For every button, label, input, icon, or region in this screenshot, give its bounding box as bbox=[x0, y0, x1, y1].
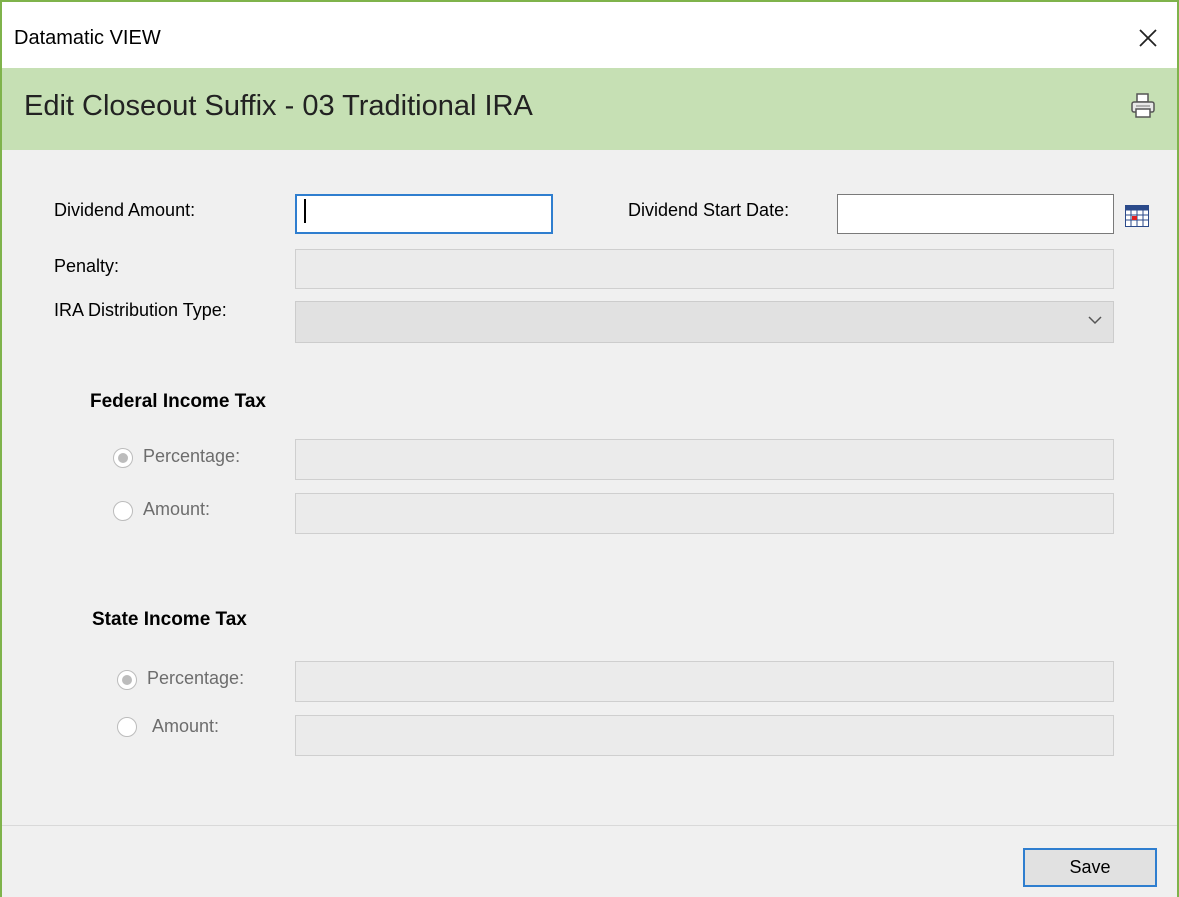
ira-distribution-type-label: IRA Distribution Type: bbox=[54, 300, 227, 320]
federal-amount-label: Amount: bbox=[143, 499, 211, 519]
penalty-input[interactable] bbox=[295, 249, 1114, 289]
dividend-amount-label: Dividend Amount: bbox=[54, 200, 196, 220]
penalty-label: Penalty: bbox=[54, 256, 120, 276]
window-title: Datamatic VIEW bbox=[14, 27, 161, 49]
federal-percentage-input[interactable] bbox=[295, 439, 1114, 480]
save-button[interactable]: Save bbox=[1023, 848, 1157, 887]
dividend-start-date-label: Dividend Start Date: bbox=[628, 200, 790, 220]
federal-amount-radio[interactable] bbox=[113, 501, 133, 521]
chevron-down-icon bbox=[1088, 316, 1102, 325]
calendar-button[interactable] bbox=[1125, 205, 1149, 227]
printer-icon bbox=[1131, 93, 1155, 118]
dividend-start-date-input[interactable] bbox=[837, 194, 1114, 234]
state-income-tax-heading: State Income Tax bbox=[92, 609, 247, 630]
state-amount-radio[interactable] bbox=[117, 717, 137, 737]
dialog-window: Datamatic VIEW Edit Closeout Suffix - 03… bbox=[0, 0, 1179, 897]
footer-divider bbox=[2, 825, 1177, 826]
state-percentage-label: Percentage: bbox=[147, 668, 245, 688]
state-amount-label: Amount: bbox=[152, 716, 220, 736]
federal-income-tax-heading: Federal Income Tax bbox=[90, 391, 266, 412]
print-button[interactable] bbox=[1123, 86, 1163, 126]
state-percentage-radio[interactable] bbox=[117, 670, 137, 690]
close-icon bbox=[1139, 29, 1157, 47]
page-title: Edit Closeout Suffix - 03 Traditional IR… bbox=[24, 90, 533, 122]
dialog-header: Edit Closeout Suffix - 03 Traditional IR… bbox=[2, 68, 1177, 150]
close-button[interactable] bbox=[1130, 20, 1166, 56]
federal-percentage-radio[interactable] bbox=[113, 448, 133, 468]
text-cursor bbox=[304, 199, 306, 223]
ira-distribution-type-select[interactable] bbox=[295, 301, 1114, 343]
dividend-amount-input[interactable] bbox=[295, 194, 553, 234]
federal-percentage-label: Percentage: bbox=[143, 446, 241, 466]
state-percentage-input[interactable] bbox=[295, 661, 1114, 702]
federal-amount-input[interactable] bbox=[295, 493, 1114, 534]
title-bar: Datamatic VIEW bbox=[2, 2, 1177, 68]
state-amount-input[interactable] bbox=[295, 715, 1114, 756]
calendar-icon bbox=[1125, 205, 1149, 227]
